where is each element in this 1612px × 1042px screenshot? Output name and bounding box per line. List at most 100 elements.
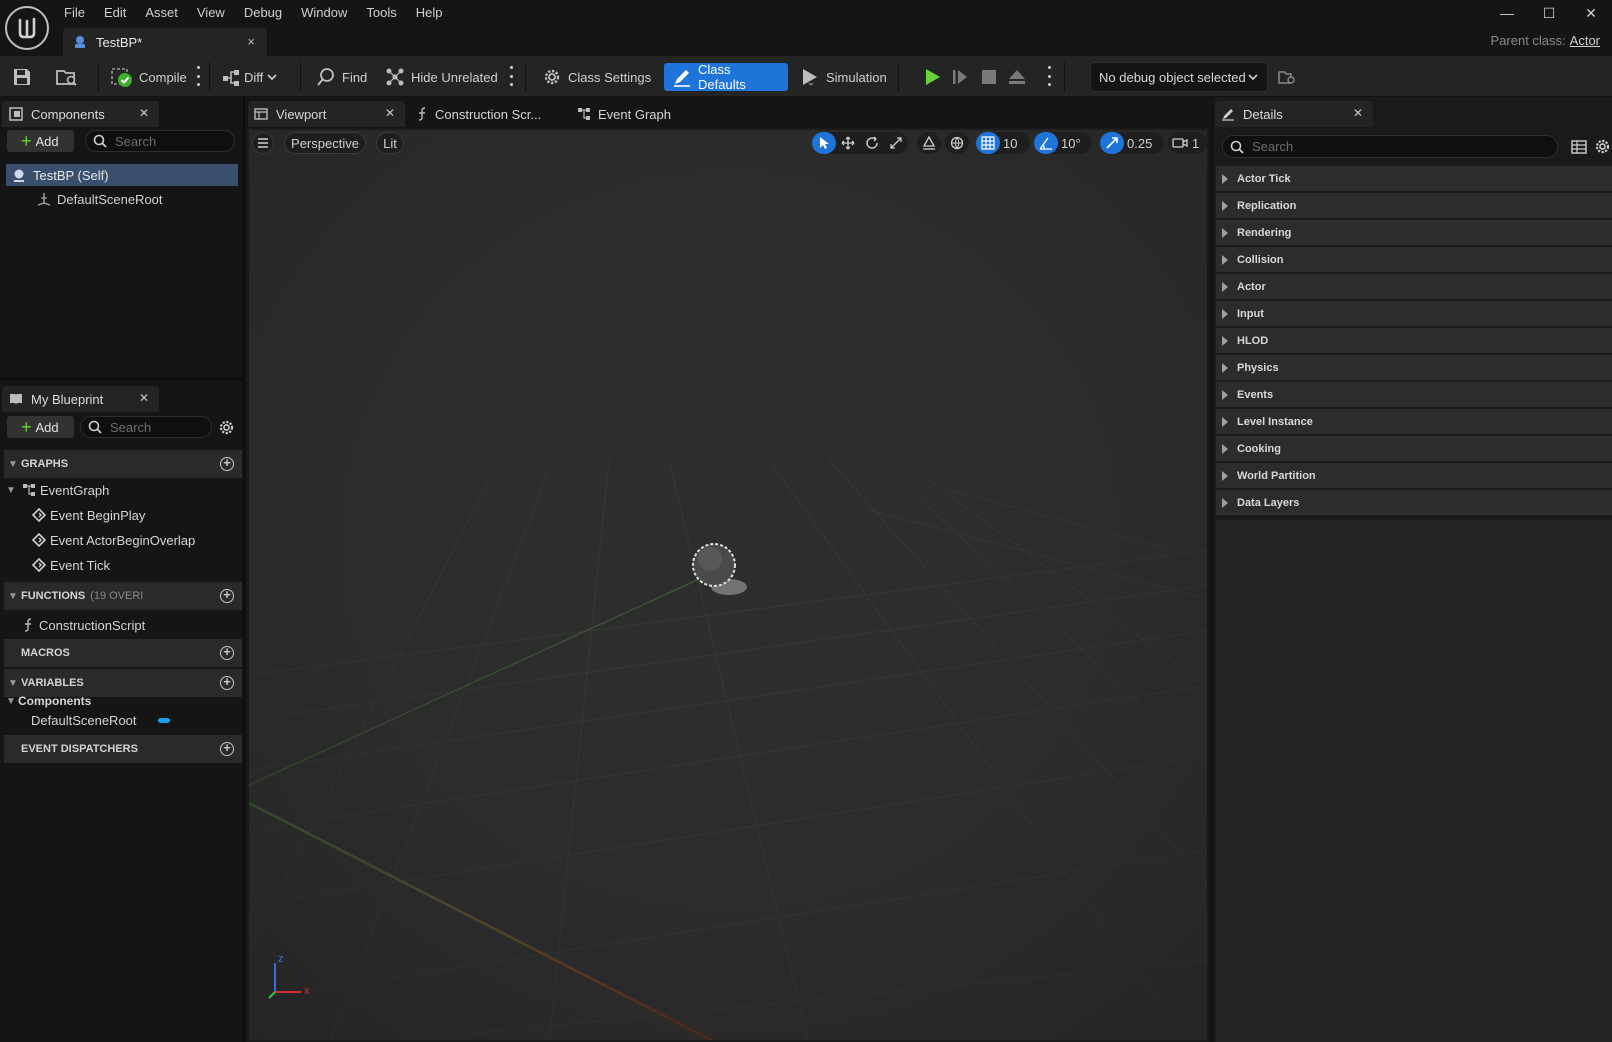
details-category-actor[interactable]: Actor bbox=[1216, 274, 1612, 300]
details-category-data-layers[interactable]: Data Layers bbox=[1216, 490, 1612, 516]
scale-snap-value[interactable]: 0.25 bbox=[1124, 136, 1159, 151]
surface-snap-button[interactable] bbox=[917, 132, 941, 154]
find-button[interactable]: Find bbox=[316, 63, 367, 91]
hide-unrelated-options-button[interactable] bbox=[508, 66, 514, 86]
add-function-icon[interactable]: + bbox=[220, 588, 234, 603]
component-item-self[interactable]: TestBP (Self) bbox=[6, 164, 238, 186]
parent-class-link[interactable]: Actor bbox=[1570, 33, 1600, 48]
class-settings-button[interactable]: Class Settings bbox=[542, 63, 651, 91]
compile-button[interactable]: Compile bbox=[111, 63, 187, 91]
translate-tool-icon[interactable] bbox=[836, 132, 860, 154]
step-button[interactable] bbox=[950, 63, 970, 91]
components-tab[interactable]: Components ✕ bbox=[2, 101, 159, 127]
event-graph-item[interactable]: ▼ EventGraph bbox=[6, 479, 109, 501]
my-blueprint-tab[interactable]: My Blueprint ✕ bbox=[2, 386, 159, 412]
details-category-input[interactable]: Input bbox=[1216, 301, 1612, 327]
lit-mode-button[interactable]: Lit bbox=[376, 132, 404, 154]
menu-file[interactable]: File bbox=[55, 3, 95, 23]
event-beginplay-item[interactable]: Event BeginPlay bbox=[32, 504, 145, 526]
event-dispatchers-section-header[interactable]: EVENT DISPATCHERS + bbox=[4, 735, 242, 763]
add-graph-icon[interactable]: + bbox=[220, 456, 234, 471]
grid-snap-control[interactable]: 10 bbox=[976, 132, 1030, 154]
details-category-physics[interactable]: Physics bbox=[1216, 355, 1612, 381]
diff-button[interactable]: Diff bbox=[222, 63, 278, 91]
scale-snap-control[interactable]: 0.25 bbox=[1100, 132, 1164, 154]
gear-icon[interactable] bbox=[1594, 138, 1611, 155]
functions-section-header[interactable]: ▼ FUNCTIONS (19 OVERI + bbox=[4, 582, 242, 610]
stop-button[interactable] bbox=[979, 63, 999, 91]
eject-button[interactable] bbox=[1007, 63, 1027, 91]
viewport-canvas[interactable]: z x bbox=[247, 128, 1209, 1042]
rotation-snap-icon[interactable] bbox=[1034, 132, 1058, 154]
component-item-defaultsceneroot[interactable]: DefaultSceneRoot bbox=[6, 188, 238, 210]
camera-speed-control[interactable]: 1 bbox=[1168, 132, 1207, 154]
tab-viewport[interactable]: Viewport ✕ bbox=[248, 101, 405, 127]
construction-script-item[interactable]: ConstructionScript bbox=[22, 614, 145, 636]
play-options-button[interactable] bbox=[1046, 66, 1052, 86]
grid-snap-value[interactable]: 10 bbox=[1000, 136, 1024, 151]
menu-asset[interactable]: Asset bbox=[136, 3, 188, 23]
rotation-snap-control[interactable]: 10° bbox=[1034, 132, 1092, 154]
details-tab[interactable]: Details ✕ bbox=[1215, 101, 1373, 127]
add-macro-icon[interactable]: + bbox=[220, 645, 234, 660]
document-tab-close-icon[interactable]: × bbox=[247, 34, 255, 49]
tab-event-graph[interactable]: Event Graph bbox=[577, 101, 671, 127]
details-category-collision[interactable]: Collision bbox=[1216, 247, 1612, 273]
unreal-logo-icon[interactable] bbox=[5, 6, 49, 50]
scale-snap-icon[interactable] bbox=[1100, 132, 1124, 154]
grid-snap-icon[interactable] bbox=[976, 132, 1000, 154]
macros-section-header[interactable]: MACROS + bbox=[4, 639, 242, 667]
menu-window[interactable]: Window bbox=[292, 3, 357, 23]
rotate-tool-icon[interactable] bbox=[860, 132, 884, 154]
save-button[interactable] bbox=[12, 63, 32, 91]
close-icon[interactable]: ✕ bbox=[385, 106, 395, 120]
components-add-button[interactable]: + Add bbox=[7, 130, 74, 152]
details-category-events[interactable]: Events bbox=[1216, 382, 1612, 408]
details-category-replication[interactable]: Replication bbox=[1216, 193, 1612, 219]
browse-button[interactable] bbox=[56, 63, 78, 91]
debug-filter-button[interactable] bbox=[1278, 63, 1296, 91]
play-button[interactable] bbox=[922, 63, 942, 91]
close-window-button[interactable]: ✕ bbox=[1570, 0, 1612, 26]
rotation-snap-value[interactable]: 10° bbox=[1058, 136, 1088, 151]
close-icon[interactable]: ✕ bbox=[139, 106, 149, 120]
menu-help[interactable]: Help bbox=[407, 3, 453, 23]
minimize-button[interactable]: — bbox=[1486, 0, 1528, 26]
my-blueprint-add-button[interactable]: + Add bbox=[7, 416, 74, 438]
event-actorbeginoverlap-item[interactable]: Event ActorBeginOverlap bbox=[32, 529, 195, 551]
details-search-input[interactable]: Search bbox=[1222, 135, 1558, 158]
compile-options-button[interactable] bbox=[195, 66, 201, 86]
select-tool-icon[interactable] bbox=[812, 132, 836, 154]
debug-object-select[interactable]: No debug object selected bbox=[1090, 62, 1268, 92]
details-category-world-partition[interactable]: World Partition bbox=[1216, 463, 1612, 489]
menu-edit[interactable]: Edit bbox=[95, 3, 136, 23]
class-defaults-button[interactable]: Class Defaults bbox=[664, 62, 788, 92]
details-category-actor-tick[interactable]: Actor Tick bbox=[1216, 166, 1612, 192]
details-category-rendering[interactable]: Rendering bbox=[1216, 220, 1612, 246]
property-matrix-icon[interactable] bbox=[1571, 139, 1587, 155]
details-category-hlod[interactable]: HLOD bbox=[1216, 328, 1612, 354]
my-blueprint-search-input[interactable]: Search bbox=[80, 416, 212, 438]
menu-tools[interactable]: Tools bbox=[357, 3, 406, 23]
add-variable-icon[interactable]: + bbox=[220, 675, 234, 690]
hide-unrelated-button[interactable]: Hide Unrelated bbox=[385, 63, 498, 91]
gear-icon[interactable] bbox=[218, 419, 235, 436]
close-icon[interactable]: ✕ bbox=[1353, 106, 1363, 120]
world-local-button[interactable] bbox=[945, 132, 969, 154]
viewport-options-button[interactable] bbox=[252, 132, 274, 154]
components-search-input[interactable]: Search bbox=[85, 130, 235, 152]
simulation-button[interactable]: Simulation bbox=[800, 63, 887, 91]
document-tab-testbp[interactable]: TestBP* × bbox=[63, 28, 267, 56]
details-category-cooking[interactable]: Cooking bbox=[1216, 436, 1612, 462]
add-dispatcher-icon[interactable]: + bbox=[220, 741, 234, 756]
graphs-section-header[interactable]: ▼ GRAPHS + bbox=[4, 450, 242, 478]
variable-defaultsceneroot-item[interactable]: DefaultSceneRoot bbox=[31, 709, 170, 731]
maximize-button[interactable]: ☐ bbox=[1528, 0, 1570, 26]
tab-construction-script[interactable]: Construction Scr... bbox=[416, 101, 541, 127]
details-category-level-instance[interactable]: Level Instance bbox=[1216, 409, 1612, 435]
camera-speed-value[interactable]: 1 bbox=[1192, 136, 1206, 151]
scale-tool-icon[interactable] bbox=[884, 132, 908, 154]
close-icon[interactable]: ✕ bbox=[139, 391, 149, 405]
event-tick-item[interactable]: Event Tick bbox=[32, 554, 110, 576]
perspective-button[interactable]: Perspective bbox=[284, 132, 366, 154]
